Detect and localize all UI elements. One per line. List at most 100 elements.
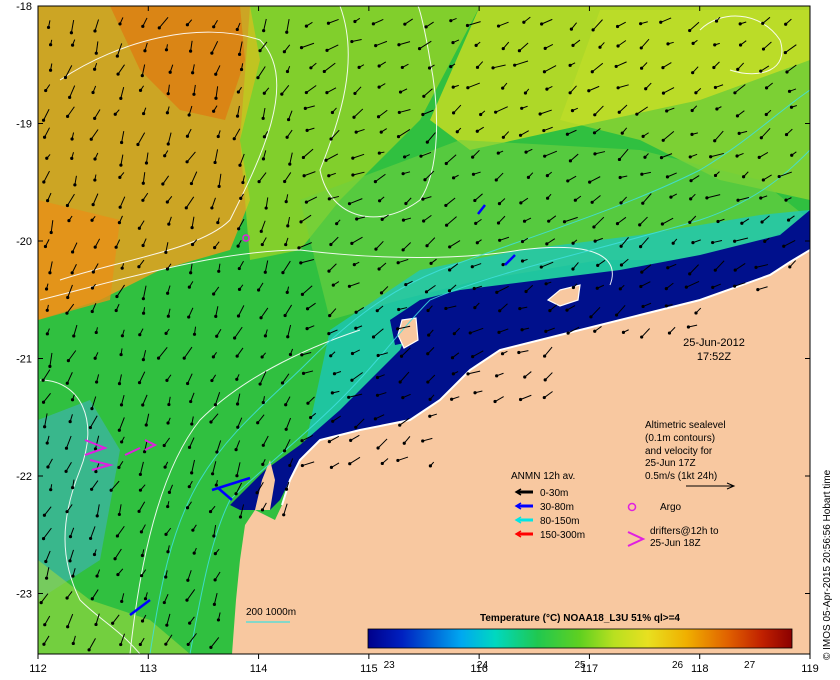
- current-vector-head: [705, 196, 709, 200]
- current-vector-head: [263, 334, 268, 338]
- current-vector-head: [428, 397, 432, 402]
- altimetry-note-line: Altimetric sealevel: [645, 420, 726, 431]
- current-vector-head: [444, 161, 448, 166]
- current-vector-head: [286, 117, 291, 122]
- current-vector-head: [713, 268, 717, 272]
- current-vector-head: [71, 486, 75, 490]
- current-vector-head: [354, 310, 358, 314]
- current-vector-head: [659, 20, 663, 24]
- current-vector-head: [165, 111, 169, 115]
- current-vector-head: [117, 382, 122, 386]
- current-vector-head: [347, 284, 352, 288]
- current-vector-head: [473, 305, 477, 310]
- current-vector-head: [185, 134, 190, 138]
- current-vector-head: [233, 336, 237, 340]
- current-vector-head: [595, 286, 599, 290]
- current-vector-head: [519, 201, 523, 205]
- current-vector-head: [501, 46, 505, 51]
- current-vector-head: [475, 241, 479, 245]
- current-vector-head: [565, 132, 570, 136]
- current-vector-head: [164, 331, 168, 335]
- current-vector-head: [398, 90, 403, 94]
- current-vector-head: [777, 174, 781, 179]
- current-vector-head: [212, 602, 217, 607]
- current-vector-head: [518, 397, 523, 402]
- current-vector-head: [186, 578, 190, 582]
- current-vector-head: [689, 179, 693, 183]
- current-vector-head: [494, 110, 498, 114]
- current-vector-head: [593, 152, 597, 156]
- current-vector-head: [43, 425, 47, 429]
- current-vector-head: [497, 330, 501, 334]
- current-vector-head: [65, 311, 69, 315]
- current-vector-head: [761, 21, 765, 25]
- current-vector-head: [401, 248, 405, 252]
- current-vector-head: [759, 196, 763, 200]
- current-vector-head: [65, 381, 69, 385]
- current-vector-head: [88, 536, 93, 541]
- current-vector-head: [661, 138, 665, 142]
- current-vector-head: [114, 245, 118, 249]
- current-vector-head: [449, 65, 453, 69]
- current-vector-head: [140, 553, 144, 558]
- current-vector-head: [141, 403, 145, 407]
- colorbar-tick-label: 25: [574, 660, 586, 671]
- current-vector-head: [156, 356, 161, 360]
- current-vector-head: [256, 421, 260, 425]
- current-vector-head: [782, 244, 786, 248]
- current-vector-head: [284, 427, 288, 431]
- current-vector-head: [451, 176, 456, 180]
- current-vector-head: [66, 625, 70, 629]
- current-vector-head: [164, 250, 168, 254]
- current-vector-head: [398, 423, 402, 427]
- current-vector-head: [522, 20, 526, 24]
- current-vector-head: [350, 39, 354, 44]
- current-vector-head: [421, 439, 425, 443]
- current-vector-head: [303, 106, 307, 110]
- current-vector-head: [377, 85, 381, 89]
- current-vector-head: [324, 158, 328, 162]
- current-vector-head: [163, 154, 167, 158]
- current-vector-head: [733, 239, 737, 243]
- current-vector-head: [262, 29, 266, 33]
- current-vector-head: [421, 197, 425, 201]
- current-vector-head: [162, 600, 166, 605]
- current-vector-head: [661, 66, 665, 70]
- current-vector-head: [620, 131, 624, 135]
- current-vector-head: [761, 47, 766, 51]
- current-vector-head: [42, 180, 46, 184]
- current-vector-head: [185, 160, 189, 164]
- current-vector-head: [264, 206, 268, 210]
- current-vector-head: [43, 623, 47, 627]
- current-vector-head: [164, 575, 168, 579]
- current-vector-head: [764, 86, 769, 90]
- current-vector-head: [571, 285, 576, 290]
- current-vector-head: [330, 391, 334, 395]
- current-vector-head: [95, 380, 99, 384]
- current-vector-head: [640, 335, 644, 339]
- current-vector-head: [215, 334, 219, 338]
- current-vector-head: [635, 112, 639, 116]
- current-vector-head: [787, 89, 792, 93]
- current-vector-head: [300, 439, 304, 443]
- current-vector-head: [403, 22, 407, 26]
- current-vector-head: [425, 140, 429, 144]
- current-vector-head: [41, 118, 46, 122]
- current-vector-head: [379, 130, 383, 134]
- current-vector-head: [732, 284, 737, 288]
- current-vector-head: [214, 96, 218, 100]
- current-vector-head: [141, 311, 146, 315]
- current-vector-head: [216, 618, 221, 622]
- current-vector-head: [325, 48, 329, 52]
- current-vector-head: [167, 222, 171, 226]
- current-vector-head: [542, 395, 546, 400]
- current-vector-head: [520, 239, 525, 244]
- current-vector-head: [593, 113, 597, 117]
- current-vector-head: [327, 269, 331, 273]
- current-vector-head: [639, 46, 643, 50]
- current-vector-head: [237, 287, 242, 291]
- current-vector-head: [397, 307, 401, 312]
- current-vector-head: [91, 270, 95, 274]
- current-vector-head: [466, 372, 470, 376]
- current-vector-head: [44, 576, 49, 580]
